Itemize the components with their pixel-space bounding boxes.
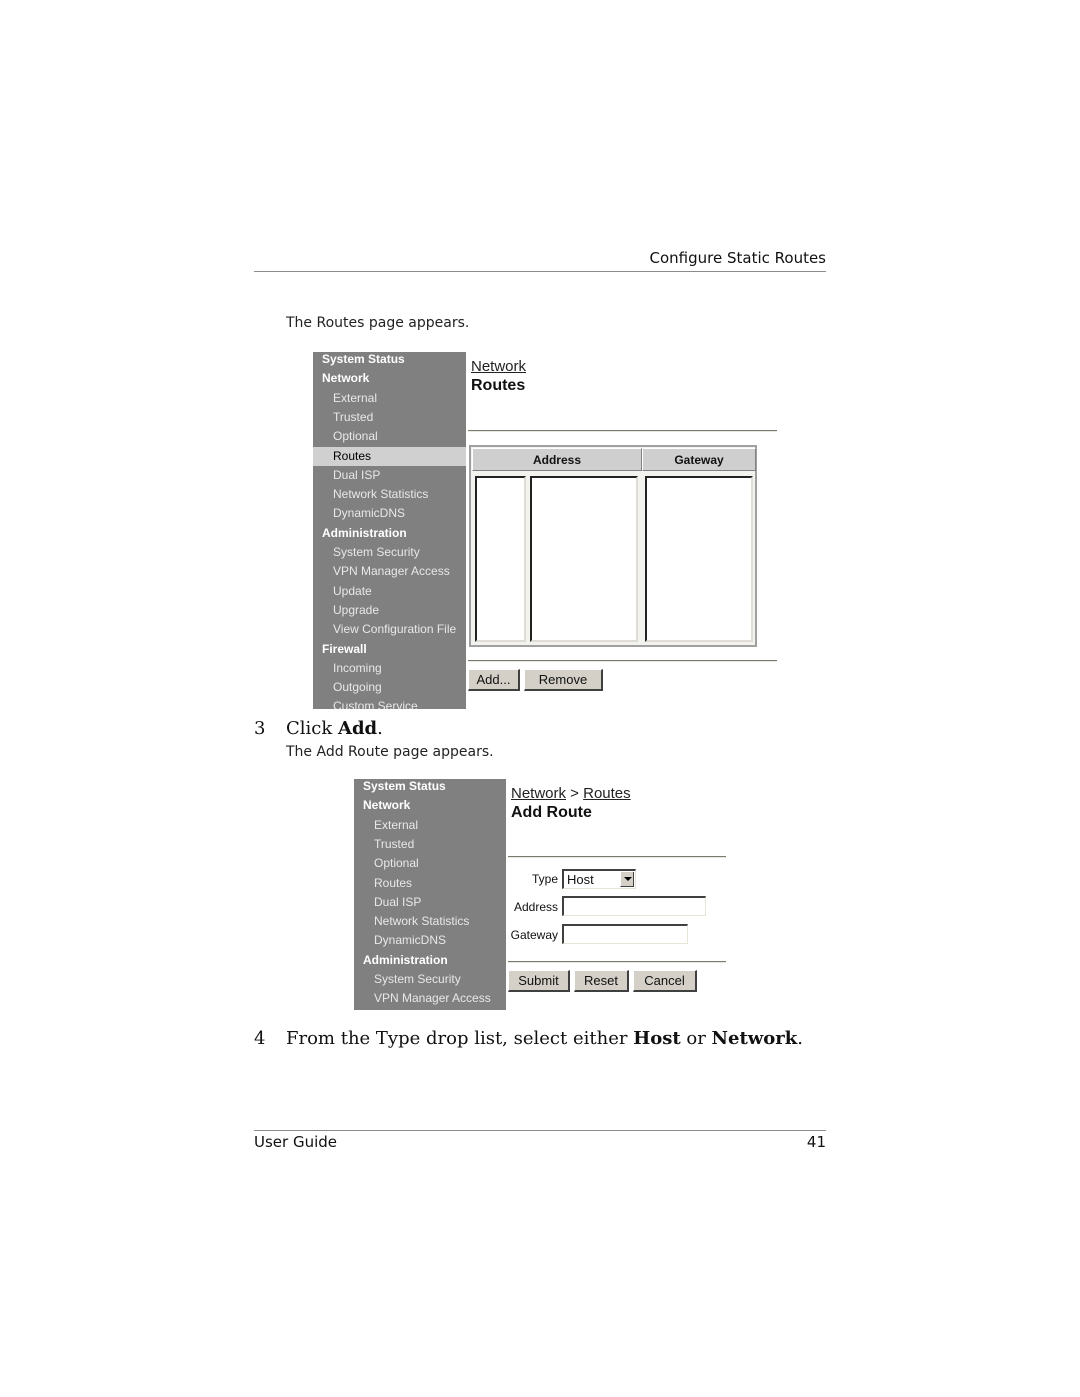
- sidebar-category-administration[interactable]: Administration: [354, 951, 506, 970]
- chevron-down-icon[interactable]: [620, 872, 634, 887]
- step-text-bold: Add: [338, 718, 378, 739]
- step-text-middle: or: [680, 1028, 712, 1049]
- cancel-button[interactable]: Cancel: [633, 970, 697, 992]
- sidebar-item-dual-isp[interactable]: Dual ISP: [313, 466, 466, 485]
- sidebar-item-outgoing[interactable]: Outgoing: [313, 678, 466, 697]
- sidebar-category-system-status[interactable]: System Status: [313, 352, 466, 369]
- sidebar-item-dynamicdns[interactable]: DynamicDNS: [354, 931, 506, 950]
- footer-title: User Guide: [254, 1133, 338, 1151]
- sidebar-item-optional[interactable]: Optional: [354, 854, 506, 873]
- sidebar-item-vpn-manager-access[interactable]: VPN Manager Access: [354, 989, 506, 1008]
- sidebar-category-system-status[interactable]: System Status: [354, 779, 506, 796]
- column-header-gateway: Gateway: [642, 448, 756, 471]
- type-select-value: Host: [567, 872, 594, 887]
- routes-sidebar: System Status Network External Trusted Optio…: [313, 352, 466, 709]
- step-text-bold-host: Host: [633, 1028, 681, 1049]
- sidebar-item-vpn-manager-access[interactable]: VPN Manager Access: [313, 562, 466, 581]
- header-rule: [254, 271, 826, 272]
- step-3-result: The Add Route page appears.: [286, 744, 494, 760]
- sidebar-category-network[interactable]: Network: [313, 369, 466, 388]
- sidebar-item-external[interactable]: External: [354, 816, 506, 835]
- address-input[interactable]: [562, 896, 706, 916]
- sidebar-category-firewall[interactable]: Firewall: [313, 640, 466, 659]
- add-button[interactable]: Add...: [468, 669, 520, 691]
- address-listbox[interactable]: [530, 476, 638, 642]
- route-select-listbox[interactable]: [475, 476, 526, 642]
- add-route-screenshot: System Status Network External Trusted Optio…: [354, 779, 734, 1010]
- sidebar-item-custom-service[interactable]: Custom Service: [313, 697, 466, 709]
- breadcrumb-routes-link[interactable]: Routes: [583, 785, 631, 802]
- page-title: Add Route: [511, 804, 592, 821]
- sidebar-category-network[interactable]: Network: [354, 796, 506, 815]
- divider: [468, 660, 777, 662]
- sidebar-item-dual-isp[interactable]: Dual ISP: [354, 893, 506, 912]
- column-header-address: Address: [472, 448, 642, 471]
- step-number: 4: [254, 1028, 266, 1049]
- sidebar-item-optional[interactable]: Optional: [313, 427, 466, 446]
- step-number: 3: [254, 718, 266, 739]
- step-text-prefix: Click: [286, 718, 338, 739]
- breadcrumb: Network > Routes: [511, 785, 631, 802]
- sidebar-item-upgrade[interactable]: Upgrade: [313, 601, 466, 620]
- step-text: From the Type drop list, select either H…: [286, 1028, 803, 1049]
- divider: [508, 961, 726, 963]
- page-title: Routes: [471, 377, 526, 394]
- gateway-listbox[interactable]: [645, 476, 753, 642]
- intro-text: The Routes page appears.: [286, 315, 470, 331]
- divider: [508, 856, 726, 858]
- remove-button[interactable]: Remove: [524, 669, 603, 691]
- step-text-bold-network: Network: [711, 1028, 798, 1049]
- step-4: 4 From the Type drop list, select either…: [254, 1028, 814, 1052]
- page-number: 41: [806, 1133, 826, 1151]
- routes-table: Address Gateway: [469, 445, 757, 647]
- type-select[interactable]: Host: [562, 869, 636, 889]
- sidebar-category-administration[interactable]: Administration: [313, 524, 466, 543]
- sidebar-item-incoming[interactable]: Incoming: [313, 659, 466, 678]
- breadcrumb-network-link[interactable]: Network: [471, 358, 526, 375]
- routes-screenshot: System Status Network External Trusted Optio…: [313, 352, 783, 709]
- sidebar-item-routes[interactable]: Routes: [354, 874, 506, 893]
- sidebar-item-network-statistics[interactable]: Network Statistics: [313, 485, 466, 504]
- sidebar-item-trusted[interactable]: Trusted: [354, 835, 506, 854]
- sidebar-item-external[interactable]: External: [313, 389, 466, 408]
- footer-rule: [254, 1130, 826, 1131]
- breadcrumb: Network: [471, 358, 526, 375]
- breadcrumb-separator: >: [566, 785, 584, 802]
- step-text: Click Add.: [286, 718, 383, 739]
- sidebar-item-update[interactable]: Update: [313, 582, 466, 601]
- gateway-label: Gateway: [510, 928, 558, 942]
- type-label: Type: [531, 872, 558, 886]
- sidebar-item-dynamicdns[interactable]: DynamicDNS: [313, 504, 466, 523]
- submit-button[interactable]: Submit: [508, 970, 570, 992]
- sidebar-item-trusted[interactable]: Trusted: [313, 408, 466, 427]
- sidebar-item-system-security[interactable]: System Security: [354, 970, 506, 989]
- sidebar-item-system-security[interactable]: System Security: [313, 543, 466, 562]
- running-head: Configure Static Routes: [649, 249, 826, 267]
- sidebar-item-network-statistics[interactable]: Network Statistics: [354, 912, 506, 931]
- add-route-sidebar: System Status Network External Trusted Optio…: [354, 779, 506, 1010]
- step-text-suffix: .: [377, 718, 383, 739]
- step-3: 3 Click Add.: [254, 718, 654, 742]
- divider: [468, 430, 777, 432]
- step-text-suffix: .: [797, 1028, 803, 1049]
- breadcrumb-network-link[interactable]: Network: [511, 785, 566, 802]
- step-text-prefix: From the Type drop list, select either: [286, 1028, 634, 1049]
- sidebar-item-view-configuration-file[interactable]: View Configuration File: [313, 620, 466, 639]
- address-label: Address: [513, 900, 558, 914]
- sidebar-item-routes[interactable]: Routes: [313, 446, 466, 466]
- gateway-input[interactable]: [562, 924, 688, 944]
- reset-button[interactable]: Reset: [574, 970, 629, 992]
